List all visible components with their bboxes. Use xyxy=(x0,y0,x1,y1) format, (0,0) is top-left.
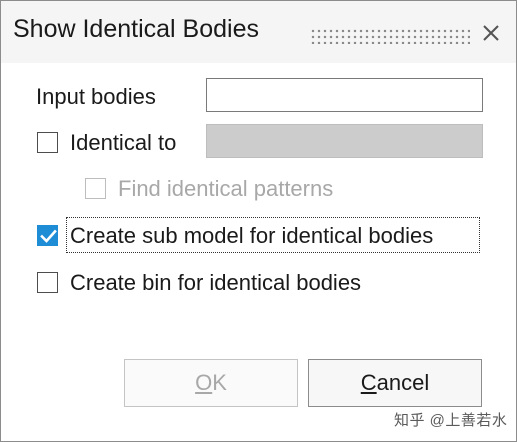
create-bin-label[interactable]: Create bin for identical bodies xyxy=(70,270,361,296)
identical-to-label[interactable]: Identical to xyxy=(70,130,176,156)
show-identical-bodies-dialog: Show Identical Bodies Input bodies Ident… xyxy=(0,0,517,442)
watermark: 知乎 @上善若水 xyxy=(394,412,508,429)
create-bin-checkbox[interactable] xyxy=(37,272,58,293)
find-identical-patterns-label: Find identical patterns xyxy=(118,176,334,201)
identical-to-checkbox[interactable] xyxy=(37,132,58,153)
drag-grip-icon[interactable] xyxy=(310,28,470,44)
ok-label-rest: K xyxy=(212,370,227,395)
title-bar[interactable]: Show Identical Bodies xyxy=(1,1,516,63)
create-sub-model-checkbox[interactable] xyxy=(37,225,58,246)
cancel-label-rest: ancel xyxy=(376,370,430,395)
input-bodies-field[interactable] xyxy=(206,78,483,112)
checkmark-icon xyxy=(40,229,57,243)
cancel-button[interactable]: Cancel xyxy=(308,359,482,407)
close-icon[interactable] xyxy=(479,21,503,45)
dialog-title: Show Identical Bodies xyxy=(13,15,259,43)
find-identical-patterns-checkbox xyxy=(85,178,106,199)
dialog-body: Input bodies Identical to Find identical… xyxy=(2,64,515,440)
ok-mnemonic: O xyxy=(195,370,213,395)
ok-button[interactable]: OK xyxy=(124,359,298,407)
identical-to-field xyxy=(206,124,483,158)
input-bodies-label: Input bodies xyxy=(36,84,156,109)
cancel-mnemonic: C xyxy=(360,370,377,395)
create-sub-model-label[interactable]: Create sub model for identical bodies xyxy=(70,223,433,249)
